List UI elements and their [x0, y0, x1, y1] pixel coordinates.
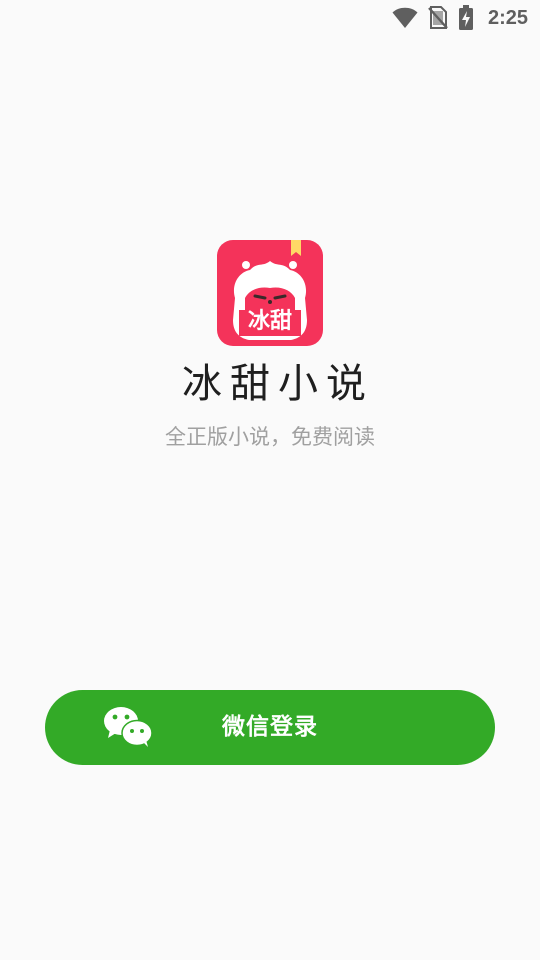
app-logo-icon: 冰甜	[217, 240, 323, 346]
status-bar: 2:25	[0, 0, 540, 36]
no-sim-icon	[428, 6, 448, 30]
wifi-icon	[392, 7, 418, 29]
status-time: 2:25	[487, 7, 528, 29]
battery-charging-icon	[458, 5, 474, 31]
app-slogan: 全正版小说，免费阅读	[165, 425, 375, 449]
status-icons: 2:25	[392, 5, 528, 31]
app-logo-text: 冰甜	[247, 309, 292, 334]
wechat-login-button[interactable]: 微信登录	[45, 690, 495, 765]
wechat-login-label: 微信登录	[222, 714, 318, 740]
app-name: 冰甜小说	[182, 361, 374, 407]
